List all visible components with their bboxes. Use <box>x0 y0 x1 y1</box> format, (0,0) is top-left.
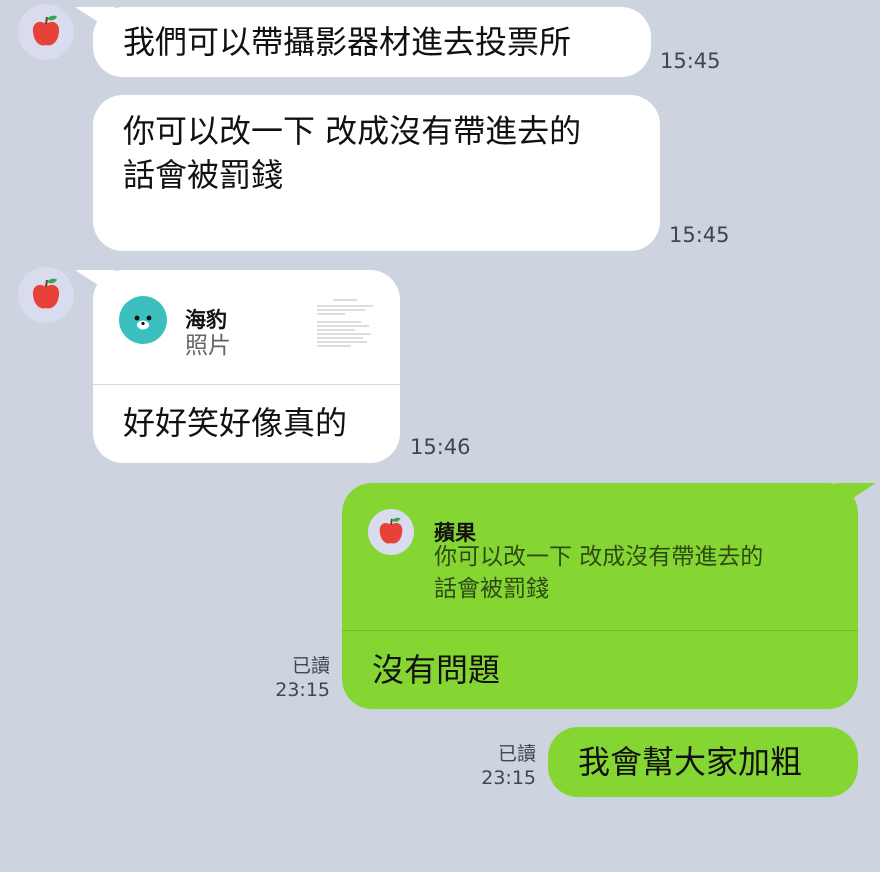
message-text: 我會幫大家加粗 <box>578 743 803 781</box>
outgoing-reply-bubble[interactable]: 蘋果 你可以改一下 改成沒有帶進去的 話會被罰錢 沒有問題 <box>342 483 876 709</box>
message-text: 我們可以帶攝影器材進去投票所 <box>123 23 572 61</box>
message-time: 23:15 <box>275 679 330 701</box>
message-time: 23:15 <box>481 767 536 789</box>
message-time: 15:46 <box>410 435 471 459</box>
message-text: 你可以改一下 改成沒有帶進去的 話會被罰錢 <box>123 112 582 194</box>
reply-avatar <box>368 509 414 555</box>
reply-quoted-text: 你可以改一下 改成沒有帶進去的 話會被罰錢 <box>434 544 764 602</box>
apple-icon <box>379 517 403 544</box>
message-bubble[interactable]: 我們可以帶攝影器材進去投票所 <box>75 7 651 77</box>
message-text: 沒有問題 <box>372 651 501 689</box>
message-read-status: 已讀 23:15 <box>262 654 330 702</box>
reply-type: 照片 <box>185 333 231 359</box>
message-read-status: 已讀 23:15 <box>468 742 536 790</box>
sender-avatar[interactable] <box>18 4 74 60</box>
apple-icon <box>32 278 60 309</box>
read-label: 已讀 <box>291 655 330 677</box>
message-time: 15:45 <box>660 49 721 73</box>
message-bubble[interactable]: 我會幫大家加粗 <box>548 727 858 797</box>
read-label: 已讀 <box>497 743 536 765</box>
apple-icon <box>32 15 60 46</box>
reply-message-bubble[interactable]: 海豹 照片 好好笑好像真的 <box>75 270 400 463</box>
sender-avatar[interactable] <box>18 267 74 323</box>
message-time: 15:45 <box>669 223 730 247</box>
seal-icon <box>119 296 167 344</box>
message-text: 好好笑好像真的 <box>123 404 348 442</box>
message-bubble[interactable]: 你可以改一下 改成沒有帶進去的 話會被罰錢 <box>93 95 660 251</box>
reply-divider <box>342 630 858 631</box>
document-thumbnail <box>315 296 375 352</box>
reply-divider <box>93 384 400 385</box>
